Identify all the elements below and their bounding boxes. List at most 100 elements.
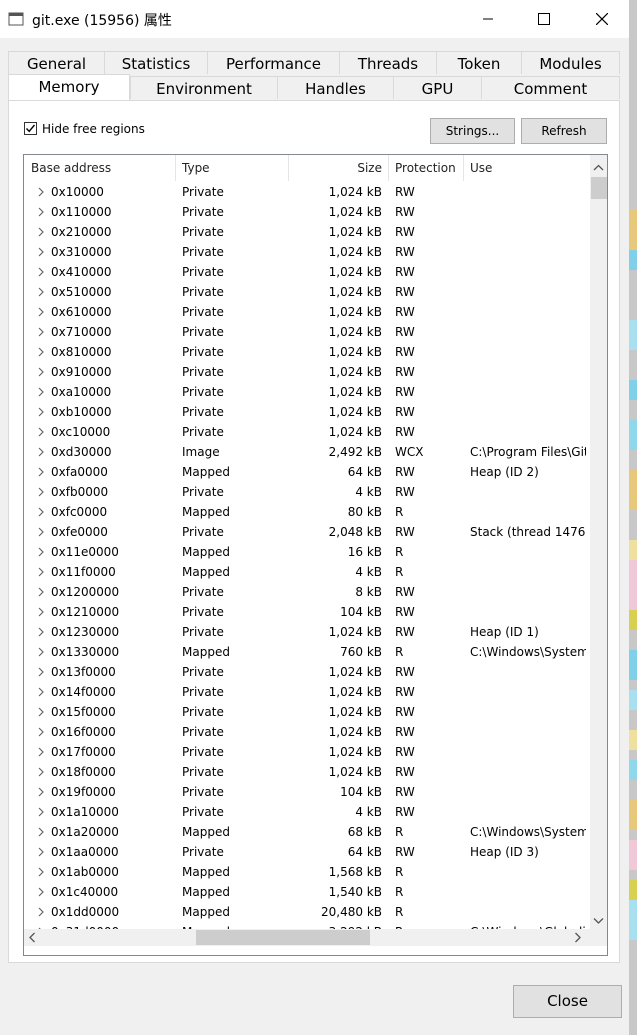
expand-chevron-icon[interactable]	[36, 342, 46, 362]
expand-chevron-icon[interactable]	[36, 322, 46, 342]
expand-chevron-icon[interactable]	[36, 282, 46, 302]
column-size[interactable]: Size	[289, 155, 389, 181]
vertical-scroll-thumb[interactable]	[591, 177, 607, 199]
expand-chevron-icon[interactable]	[36, 262, 46, 282]
expand-chevron-icon[interactable]	[36, 502, 46, 522]
expand-chevron-icon[interactable]	[36, 202, 46, 222]
table-row[interactable]: 0x110000 Private 1,024 kB RW	[24, 202, 590, 222]
expand-chevron-icon[interactable]	[36, 902, 46, 922]
table-row[interactable]: 0xfe0000 Private 2,048 kB RW Stack (thread 1…	[24, 522, 590, 542]
scroll-up-icon[interactable]	[590, 159, 607, 176]
expand-chevron-icon[interactable]	[36, 302, 46, 322]
expand-chevron-icon[interactable]	[36, 802, 46, 822]
expand-chevron-icon[interactable]	[36, 862, 46, 882]
column-type[interactable]: Type	[176, 155, 289, 181]
table-row[interactable]: 0x810000 Private 1,024 kB RW	[24, 342, 590, 362]
table-row[interactable]: 0xfb0000 Private 4 kB RW	[24, 482, 590, 502]
column-base-address[interactable]: Base address	[24, 155, 176, 181]
tab-handles[interactable]: Handles	[277, 76, 394, 99]
table-row[interactable]: 0x1200000 Private 8 kB RW	[24, 582, 590, 602]
column-use[interactable]: Use	[464, 155, 590, 181]
table-row[interactable]: 0x15f0000 Private 1,024 kB RW	[24, 702, 590, 722]
expand-chevron-icon[interactable]	[36, 582, 46, 602]
table-row[interactable]: 0x1aa0000 Private 64 kB RW Heap (ID 3)	[24, 842, 590, 862]
table-row[interactable]: 0xd30000 Image 2,492 kB WCX C:\Program Files…	[24, 442, 590, 462]
table-row[interactable]: 0x10000 Private 1,024 kB RW	[24, 182, 590, 202]
expand-chevron-icon[interactable]	[36, 522, 46, 542]
scroll-down-icon[interactable]	[590, 912, 607, 929]
column-protection[interactable]: Protection	[389, 155, 464, 181]
strings-button[interactable]: Strings...	[430, 118, 515, 144]
horizontal-scroll-thumb[interactable]	[196, 930, 370, 945]
hide-free-regions-checkbox[interactable]	[24, 122, 37, 135]
expand-chevron-icon[interactable]	[36, 602, 46, 622]
expand-chevron-icon[interactable]	[36, 562, 46, 582]
table-row[interactable]: 0x1a20000 Mapped 68 kB R C:\Windows\System	[24, 822, 590, 842]
table-row[interactable]: 0x410000 Private 1,024 kB RW	[24, 262, 590, 282]
expand-chevron-icon[interactable]	[36, 882, 46, 902]
expand-chevron-icon[interactable]	[36, 722, 46, 742]
tab-environment[interactable]: Environment	[130, 76, 278, 99]
refresh-button[interactable]: Refresh	[521, 118, 607, 144]
expand-chevron-icon[interactable]	[36, 242, 46, 262]
tab-comment[interactable]: Comment	[481, 76, 620, 99]
tab-token[interactable]: Token	[436, 51, 522, 74]
table-row[interactable]: 0x19f0000 Private 104 kB RW	[24, 782, 590, 802]
expand-chevron-icon[interactable]	[36, 922, 46, 929]
table-row[interactable]: 0x710000 Private 1,024 kB RW	[24, 322, 590, 342]
table-row[interactable]: 0x11f0000 Mapped 4 kB R	[24, 562, 590, 582]
table-row[interactable]: 0x16f0000 Private 1,024 kB RW	[24, 722, 590, 742]
table-row[interactable]: 0xa10000 Private 1,024 kB RW	[24, 382, 590, 402]
expand-chevron-icon[interactable]	[36, 822, 46, 842]
table-row[interactable]: 0x1210000 Private 104 kB RW	[24, 602, 590, 622]
table-row[interactable]: 0xfc0000 Mapped 80 kB R	[24, 502, 590, 522]
expand-chevron-icon[interactable]	[36, 542, 46, 562]
table-row[interactable]: 0x310000 Private 1,024 kB RW	[24, 242, 590, 262]
expand-chevron-icon[interactable]	[36, 622, 46, 642]
table-row[interactable]: 0xfa0000 Mapped 64 kB RW Heap (ID 2)	[24, 462, 590, 482]
expand-chevron-icon[interactable]	[36, 182, 46, 202]
expand-chevron-icon[interactable]	[36, 682, 46, 702]
table-row[interactable]: 0x1ab0000 Mapped 1,568 kB R	[24, 862, 590, 882]
table-row[interactable]: 0x14f0000 Private 1,024 kB RW	[24, 682, 590, 702]
tab-memory[interactable]: Memory	[8, 74, 130, 100]
expand-chevron-icon[interactable]	[36, 442, 46, 462]
table-row[interactable]: 0x11e0000 Mapped 16 kB R	[24, 542, 590, 562]
expand-chevron-icon[interactable]	[36, 842, 46, 862]
scroll-left-icon[interactable]	[24, 929, 41, 946]
tab-modules[interactable]: Modules	[521, 51, 620, 74]
memory-list[interactable]: Base address Type Size Protection Use 0x…	[23, 154, 608, 956]
table-row[interactable]: 0x1a10000 Private 4 kB RW	[24, 802, 590, 822]
expand-chevron-icon[interactable]	[36, 422, 46, 442]
tab-statistics[interactable]: Statistics	[104, 51, 208, 74]
table-row[interactable]: 0x910000 Private 1,024 kB RW	[24, 362, 590, 382]
expand-chevron-icon[interactable]	[36, 222, 46, 242]
expand-chevron-icon[interactable]	[36, 462, 46, 482]
scroll-right-icon[interactable]	[569, 929, 586, 946]
table-row[interactable]: 0x210000 Private 1,024 kB RW	[24, 222, 590, 242]
expand-chevron-icon[interactable]	[36, 762, 46, 782]
horizontal-scrollbar[interactable]	[24, 929, 590, 946]
tab-general[interactable]: General	[8, 51, 105, 74]
tab-performance[interactable]: Performance	[207, 51, 340, 74]
table-row[interactable]: 0x31d0000 Mapped 3,292 kB R C:\Windows\Globa…	[24, 922, 590, 929]
vertical-scrollbar[interactable]	[590, 155, 607, 929]
tab-threads[interactable]: Threads	[339, 51, 437, 74]
close-button[interactable]: Close	[513, 985, 622, 1018]
table-row[interactable]: 0x1230000 Private 1,024 kB RW Heap (ID 1)	[24, 622, 590, 642]
table-row[interactable]: 0x1330000 Mapped 760 kB R C:\Windows\System	[24, 642, 590, 662]
minimize-button[interactable]	[459, 0, 517, 38]
expand-chevron-icon[interactable]	[36, 642, 46, 662]
expand-chevron-icon[interactable]	[36, 782, 46, 802]
expand-chevron-icon[interactable]	[36, 382, 46, 402]
table-row[interactable]: 0x1dd0000 Mapped 20,480 kB R	[24, 902, 590, 922]
expand-chevron-icon[interactable]	[36, 362, 46, 382]
expand-chevron-icon[interactable]	[36, 662, 46, 682]
expand-chevron-icon[interactable]	[36, 482, 46, 502]
table-row[interactable]: 0xb10000 Private 1,024 kB RW	[24, 402, 590, 422]
table-row[interactable]: 0xc10000 Private 1,024 kB RW	[24, 422, 590, 442]
expand-chevron-icon[interactable]	[36, 742, 46, 762]
table-row[interactable]: 0x610000 Private 1,024 kB RW	[24, 302, 590, 322]
maximize-button[interactable]	[515, 0, 573, 38]
table-row[interactable]: 0x1c40000 Mapped 1,540 kB R	[24, 882, 590, 902]
